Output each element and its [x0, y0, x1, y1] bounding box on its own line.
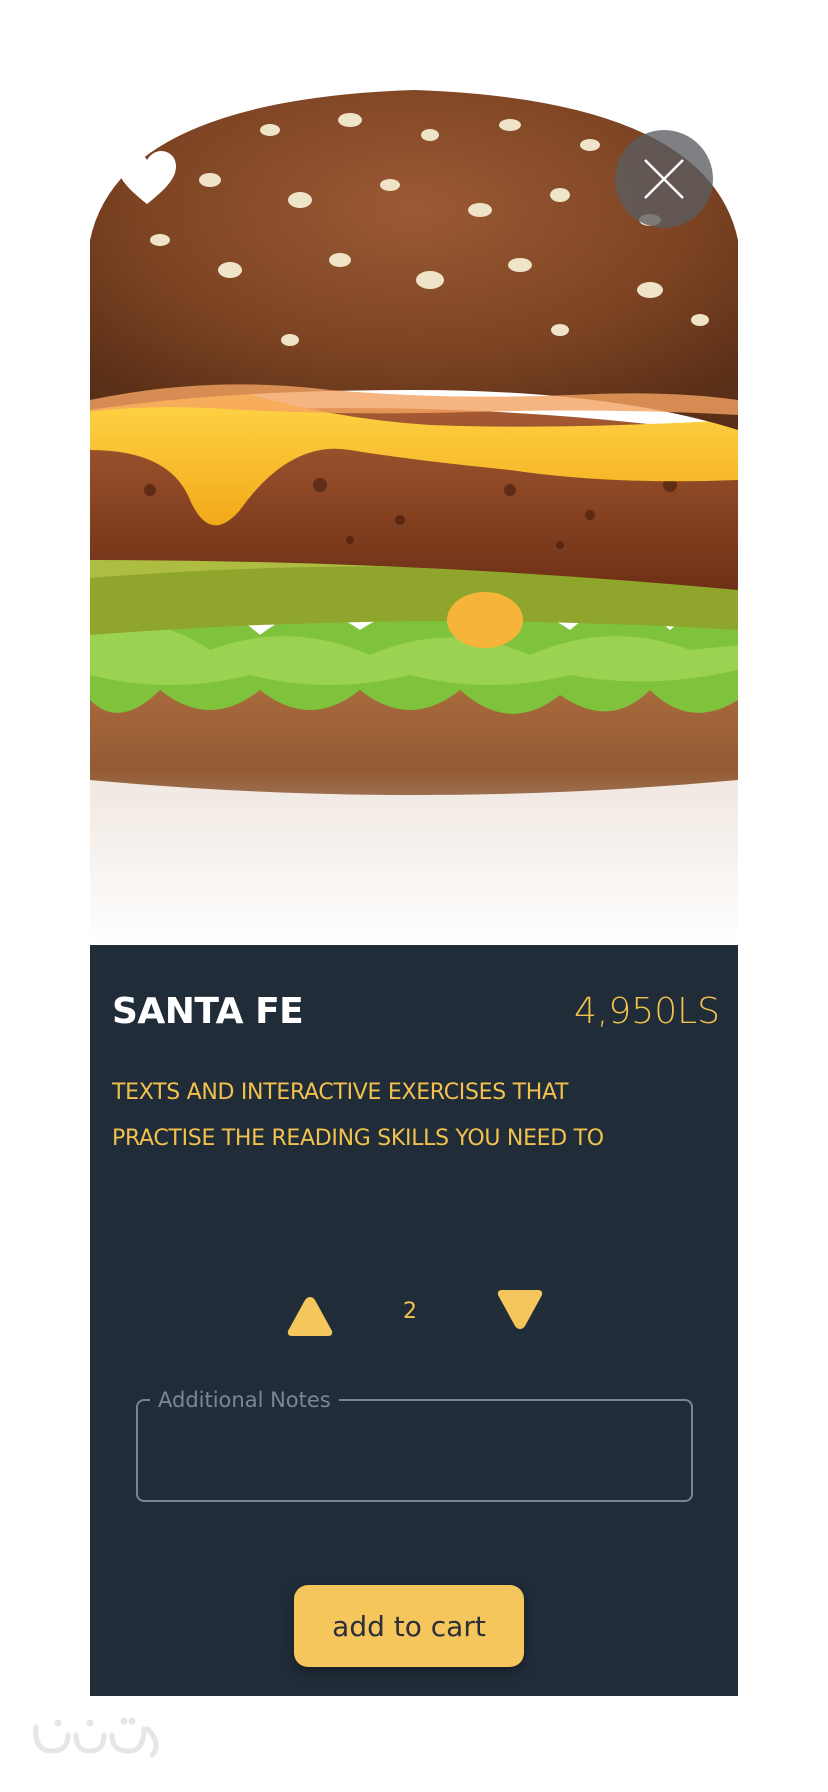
watermark-logo: [33, 1717, 159, 1758]
favorite-button[interactable]: [116, 150, 178, 206]
triangle-up-icon: [287, 1297, 333, 1336]
close-button[interactable]: [615, 130, 713, 228]
additional-notes-input[interactable]: [150, 1418, 679, 1478]
additional-notes-field: Additional Notes: [136, 1390, 693, 1502]
product-price: 4,950LS: [574, 991, 720, 1032]
add-to-cart-button[interactable]: add to cart: [294, 1585, 524, 1667]
close-icon: [644, 159, 684, 199]
heart-icon: [118, 151, 176, 204]
product-image: [90, 90, 738, 945]
product-detail-card: SANTA FE 4,950LS TEXTS AND INTERACTIVE E…: [90, 0, 738, 1696]
description-line: PRACTISE THE READING SKILLS YOU NEED TO: [112, 1126, 604, 1151]
product-description: TEXTS AND INTERACTIVE EXERCISES THAT PRA…: [112, 1070, 712, 1162]
quantity-decrease-button[interactable]: [495, 1287, 545, 1333]
product-title: SANTA FE: [112, 991, 304, 1032]
description-line: TEXTS AND INTERACTIVE EXERCISES THAT: [112, 1080, 569, 1105]
triangle-down-icon: [497, 1290, 543, 1329]
product-details-panel: SANTA FE 4,950LS TEXTS AND INTERACTIVE E…: [90, 945, 738, 1696]
quantity-value: 2: [403, 1299, 417, 1324]
quantity-increase-button[interactable]: [285, 1293, 335, 1339]
additional-notes-label: Additional Notes: [158, 1388, 331, 1412]
